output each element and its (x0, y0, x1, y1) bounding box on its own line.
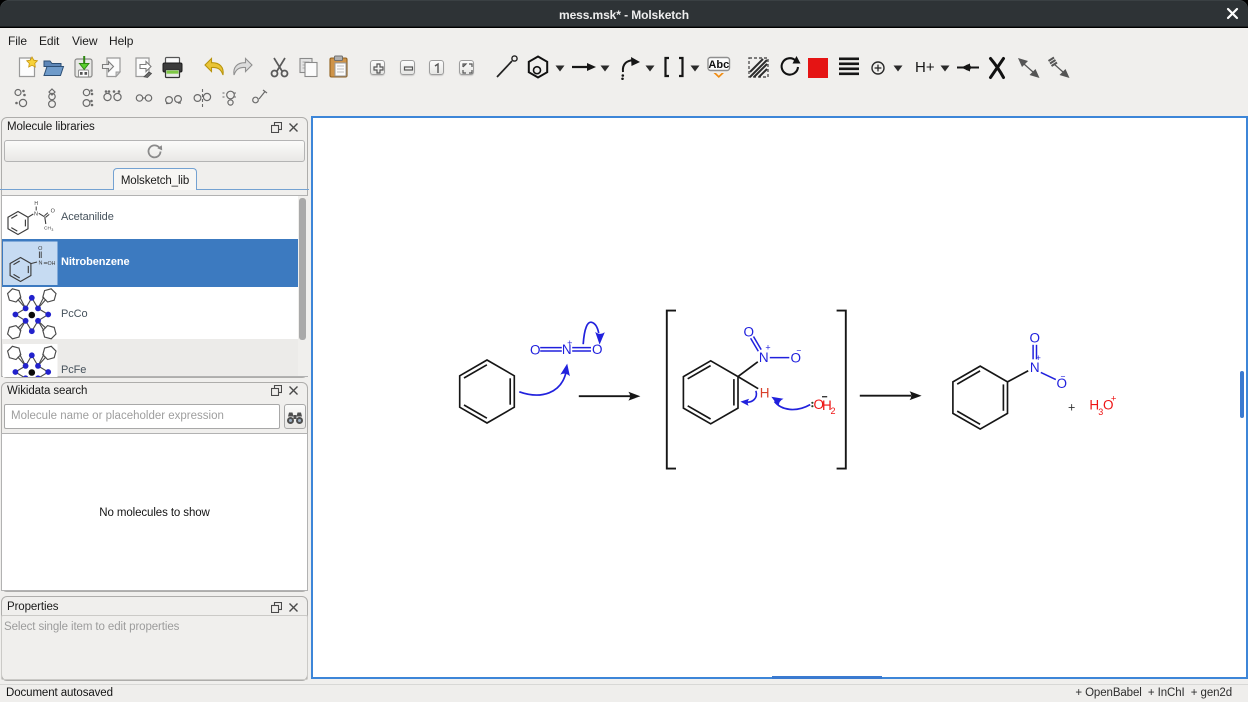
svg-text:O: O (530, 342, 541, 357)
svg-text:+: + (765, 343, 770, 353)
svg-text:+: + (567, 338, 572, 348)
svg-text:O: O (743, 325, 754, 340)
svg-text:O: O (38, 246, 43, 252)
svg-text:O: O (51, 208, 56, 214)
svg-text:−: − (1061, 371, 1066, 381)
svg-text:2: 2 (830, 406, 835, 416)
svg-text:H: H (760, 385, 770, 400)
svg-text:OH: OH (48, 261, 56, 267)
svg-text:O: O (592, 342, 603, 357)
svg-text:3: 3 (51, 228, 53, 232)
svg-text:N: N (34, 211, 38, 217)
svg-text:N: N (39, 261, 43, 267)
svg-text:+: + (1068, 400, 1075, 414)
svg-text:Abc: Abc (708, 59, 729, 71)
svg-text:−: − (796, 346, 801, 356)
svg-text:O: O (1030, 331, 1041, 346)
svg-text:H: H (34, 201, 38, 207)
svg-text:+: + (1111, 394, 1117, 405)
